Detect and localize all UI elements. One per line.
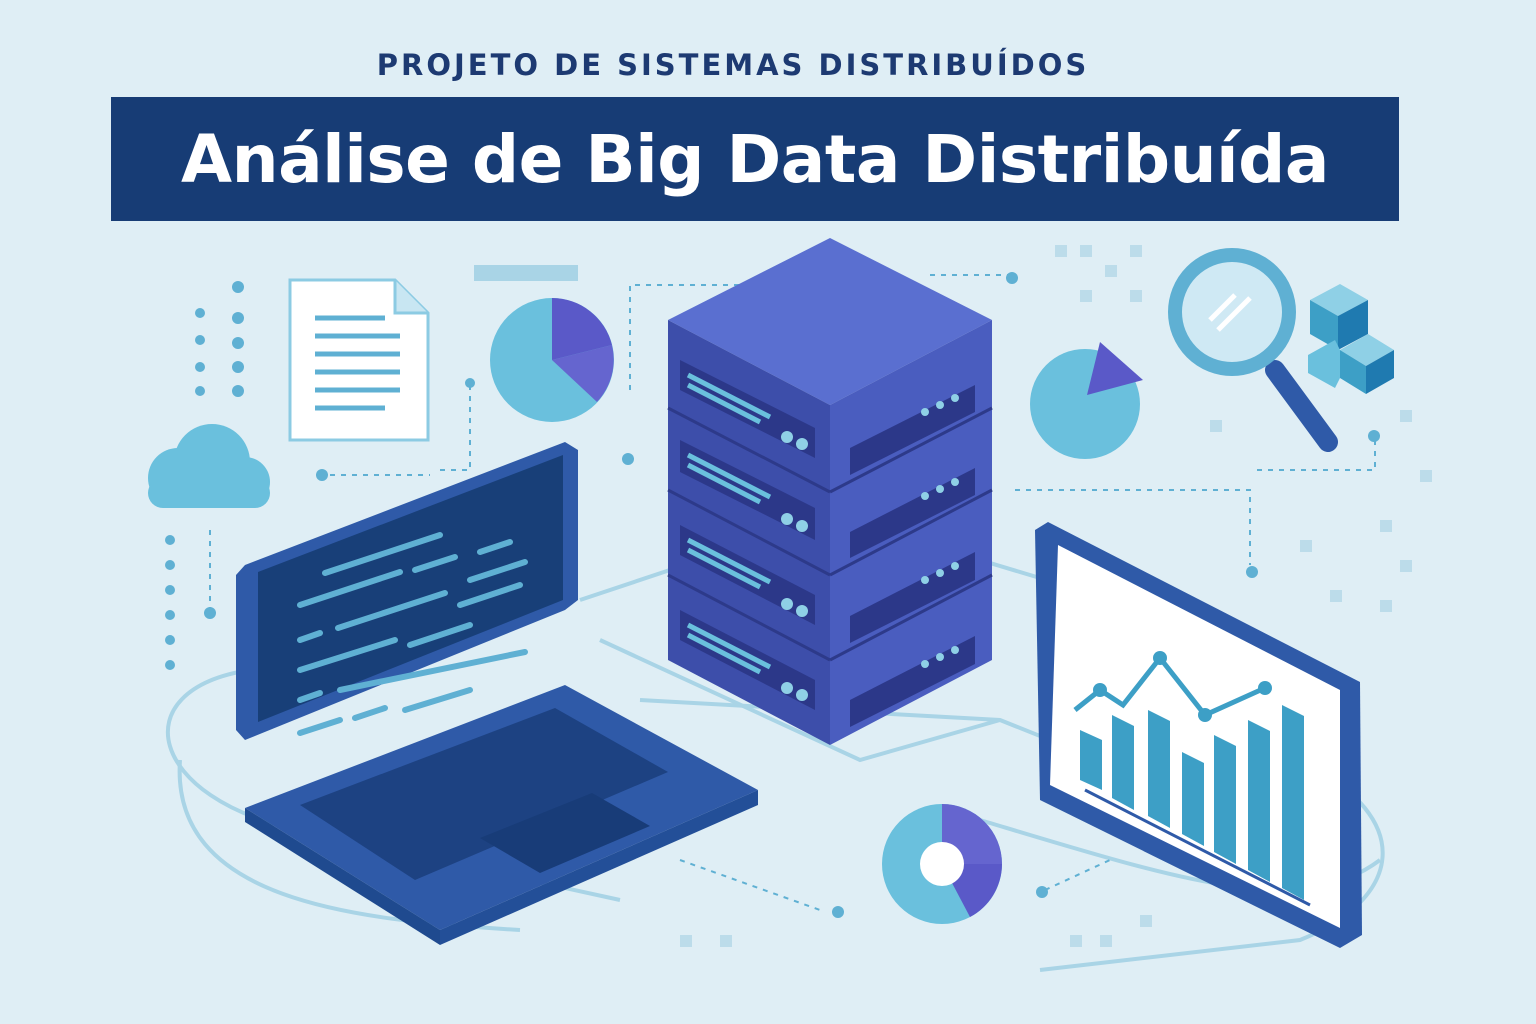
document-icon bbox=[288, 278, 430, 442]
cloud-icon bbox=[148, 424, 270, 508]
cubes-icon bbox=[1308, 284, 1394, 394]
pie-chart-right-icon bbox=[1030, 342, 1143, 459]
pie-chart-icon bbox=[490, 298, 614, 422]
monitor-bar-chart-icon bbox=[1035, 522, 1362, 948]
server-rack-icon bbox=[667, 238, 993, 745]
page-title: Análise de Big Data Distribuída bbox=[181, 120, 1329, 198]
magnifier-icon bbox=[1168, 248, 1338, 452]
illustration-canvas: PROJETO DE SISTEMAS DISTRIBUÍDOS Análise… bbox=[0, 0, 1536, 1024]
subtitle: PROJETO DE SISTEMAS DISTRIBUÍDOS bbox=[376, 48, 1090, 82]
title-banner: Análise de Big Data Distribuída bbox=[111, 97, 1399, 221]
donut-chart-icon bbox=[882, 804, 1002, 924]
